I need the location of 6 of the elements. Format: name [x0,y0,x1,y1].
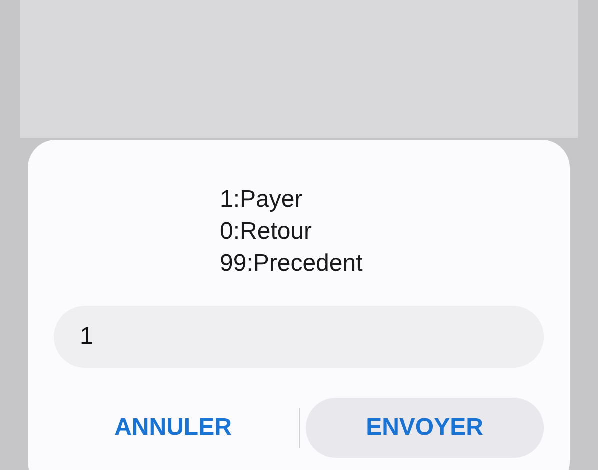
menu-option-text: 0:Retour [220,217,314,247]
reply-input-field[interactable]: 1 [54,306,544,368]
menu-option-text: 1:Payer [220,185,304,215]
dialog-button[interactable]: ANNULER [54,398,292,458]
dialog-button[interactable]: ENVOYER [306,398,544,458]
menu-option-text: 99:Precedent [220,249,364,279]
